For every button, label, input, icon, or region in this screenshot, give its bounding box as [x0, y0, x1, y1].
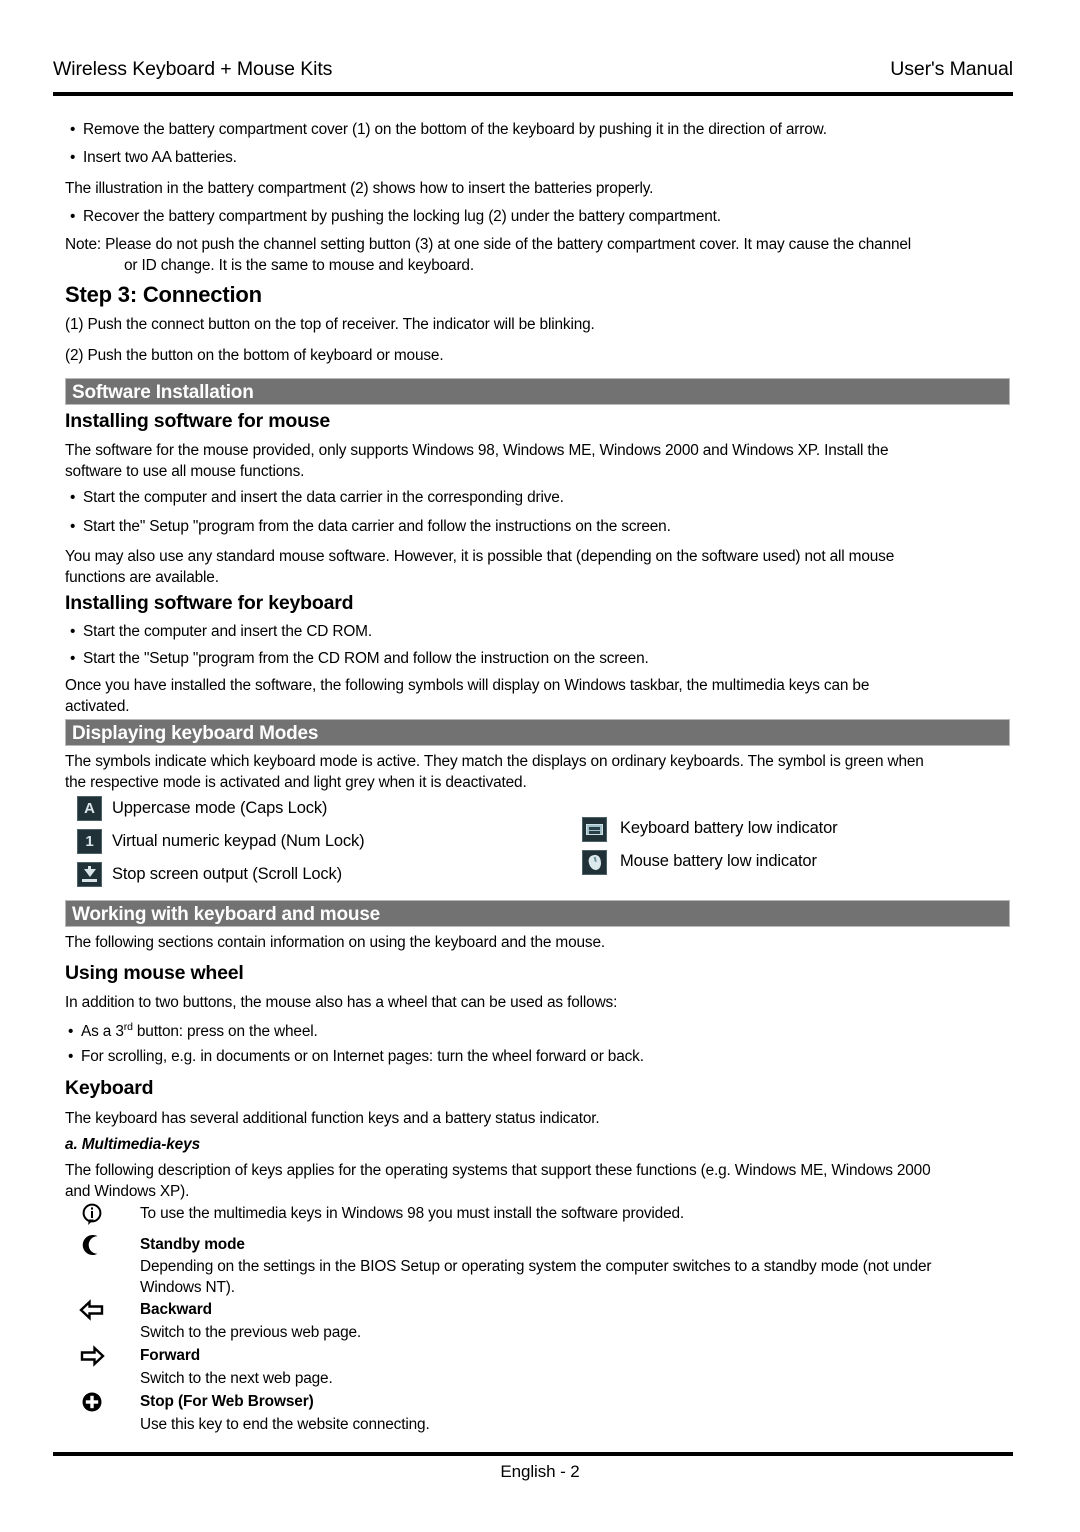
- list-item: • As a 3rd button: press on the wheel.: [68, 1017, 318, 1042]
- header-doc-type: User's Manual: [890, 58, 1013, 80]
- modes-intro-line1: The symbols indicate which keyboard mode…: [65, 753, 924, 770]
- list-item: • Start the" Setup "program from the data…: [70, 516, 671, 537]
- step3-item-1: (1) Push the connect button on the top o…: [65, 316, 595, 333]
- channel-note-line2: or ID change. It is the same to mouse an…: [124, 257, 474, 274]
- keyboard-note-line2: activated.: [65, 698, 130, 715]
- bullet-dot: •: [70, 518, 76, 535]
- keyboard-heading: Keyboard: [65, 1077, 154, 1099]
- bullet-text: Remove the battery compartment cover (1)…: [83, 121, 827, 138]
- list-item: • Remove the battery compartment cover (1…: [70, 119, 827, 140]
- bullet-dot: •: [70, 121, 76, 138]
- list-item: • Recover the battery compartment by push…: [70, 206, 721, 227]
- scroll-lock-icon: [77, 862, 102, 887]
- header-product-title: Wireless Keyboard + Mouse Kits: [53, 58, 333, 80]
- page-header: Wireless Keyboard + Mouse Kits User's Ma…: [53, 58, 1013, 81]
- bullet-text: Insert two AA batteries.: [83, 149, 237, 166]
- page-number: English - 2: [500, 1462, 580, 1481]
- stop-label: Stop (For Web Browser): [140, 1393, 314, 1410]
- info-note-text: To use the multimedia keys in Windows 98…: [140, 1205, 685, 1222]
- multimedia-para-line2: and Windows XP).: [65, 1183, 190, 1200]
- caps-lock-icon: A: [77, 796, 102, 821]
- section-bar-working: Working with keyboard and mouse: [65, 900, 1010, 927]
- scroll-lock-glyph: [88, 866, 91, 873]
- step3-heading: Step 3: Connection: [65, 282, 262, 307]
- keyboard-note-line1: Once you have installed the software, th…: [65, 677, 870, 694]
- mouse-para-line1: The software for the mouse provided, onl…: [65, 442, 889, 459]
- section-bar-label: Software Installation: [72, 382, 254, 403]
- keyboard-battery-glyph: [586, 824, 603, 835]
- bullet-dot: •: [70, 208, 76, 225]
- header-divider: [53, 92, 1013, 96]
- working-intro: The following sections contain informati…: [65, 934, 605, 951]
- installing-keyboard-heading: Installing software for keyboard: [65, 592, 354, 614]
- stop-desc: Use this key to end the website connecti…: [140, 1416, 430, 1433]
- moon-icon: [78, 1233, 106, 1262]
- num-lock-icon: 1: [77, 829, 102, 854]
- channel-note-line1: Note: Please do not push the channel set…: [65, 236, 912, 253]
- num-lock-label: Virtual numeric keypad (Num Lock): [112, 832, 365, 850]
- mouse-para-line2: software to use all mouse functions.: [65, 463, 305, 480]
- illustration-note: The illustration in the battery compartm…: [65, 180, 654, 197]
- mouse-battery-icon: [582, 850, 607, 875]
- keyboard-intro: The keyboard has several additional func…: [65, 1110, 600, 1127]
- standby-desc-line1: Depending on the settings in the BIOS Se…: [140, 1258, 932, 1275]
- bullet-text: Start the "Setup "program from the CD RO…: [83, 650, 649, 667]
- arrow-left-icon: [78, 1299, 106, 1326]
- step3-item-2: (2) Push the button on the bottom of key…: [65, 347, 444, 364]
- list-item: • Insert two AA batteries.: [70, 147, 237, 168]
- footer-divider: [53, 1452, 1013, 1456]
- mouse-note-line1: You may also use any standard mouse soft…: [65, 548, 895, 565]
- bullet-dot: •: [70, 623, 76, 640]
- section-bar-label: Displaying keyboard Modes: [72, 723, 319, 744]
- standby-desc-line2: Windows NT).: [140, 1279, 235, 1296]
- mouse-note-line2: functions are available.: [65, 569, 219, 586]
- bullet-dot: •: [68, 1048, 74, 1065]
- bullet-text: Recover the battery compartment by pushi…: [83, 208, 721, 225]
- keyboard-battery-label: Keyboard battery low indicator: [620, 819, 838, 837]
- multimedia-keys-subheading: a. Multimedia-keys: [65, 1136, 201, 1153]
- bullet-dot: •: [70, 650, 76, 667]
- section-bar-label: Working with keyboard and mouse: [72, 904, 381, 925]
- bullet-dot: •: [70, 149, 76, 166]
- num-lock-glyph: 1: [85, 833, 94, 850]
- standby-label: Standby mode: [140, 1236, 245, 1253]
- stop-plus-icon: [78, 1391, 106, 1418]
- forward-desc: Switch to the next web page.: [140, 1370, 333, 1387]
- caps-lock-glyph: A: [84, 800, 95, 817]
- bullet-text: For scrolling, e.g. in documents or on I…: [81, 1048, 644, 1065]
- list-item: • Start the "Setup "program from the CD R…: [70, 648, 649, 669]
- mouse-wheel-heading: Using mouse wheel: [65, 962, 244, 984]
- wheel-bullet-sup: rd: [123, 1022, 133, 1033]
- multimedia-para-line1: The following description of keys applie…: [65, 1162, 931, 1179]
- scroll-lock-label: Stop screen output (Scroll Lock): [112, 865, 342, 883]
- caps-lock-label: Uppercase mode (Caps Lock): [112, 799, 328, 817]
- arrow-right-icon: [78, 1345, 106, 1372]
- modes-intro-line2: the respective mode is activated and lig…: [65, 774, 527, 791]
- backward-desc: Switch to the previous web page.: [140, 1324, 362, 1341]
- list-item: • Start the computer and insert the CD RO…: [70, 621, 372, 642]
- forward-label: Forward: [140, 1347, 201, 1364]
- wheel-bullet-post: button: press on the wheel.: [132, 1023, 318, 1041]
- section-bar-software-installation: Software Installation: [65, 378, 1010, 405]
- bullet-text: Start the computer and insert the CD ROM…: [83, 623, 372, 640]
- bullet-text: Start the" Setup "program from the data …: [83, 518, 671, 535]
- mouse-battery-label: Mouse battery low indicator: [620, 852, 817, 870]
- manual-page: Wireless Keyboard + Mouse Kits User's Ma…: [0, 0, 1080, 1532]
- info-icon: [78, 1203, 106, 1232]
- wheel-bullet-pre: As a 3: [81, 1023, 124, 1041]
- bullet-dot: •: [68, 1023, 74, 1041]
- backward-label: Backward: [140, 1301, 212, 1318]
- mouse-battery-glyph: [586, 853, 603, 872]
- bullet-text: Start the computer and insert the data c…: [83, 489, 564, 506]
- installing-mouse-heading: Installing software for mouse: [65, 410, 331, 432]
- mouse-wheel-intro: In addition to two buttons, the mouse al…: [65, 994, 618, 1011]
- list-item: • For scrolling, e.g. in documents or on …: [68, 1046, 644, 1067]
- section-bar-displaying-modes: Displaying keyboard Modes: [65, 719, 1010, 746]
- list-item: • Start the computer and insert the data …: [70, 487, 564, 508]
- bullet-dot: •: [70, 489, 76, 506]
- keyboard-battery-icon: [582, 817, 607, 842]
